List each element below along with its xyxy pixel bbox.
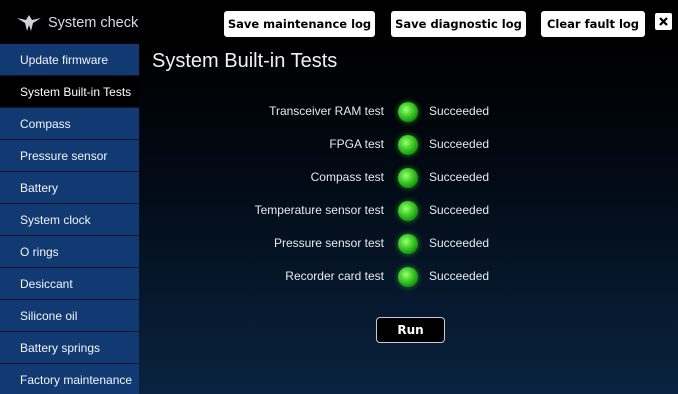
teledyne-logo-icon [17,15,41,31]
sidebar-item-system-built-in-tests[interactable]: System Built-in Tests [0,76,139,107]
test-status: Succeeded [429,269,490,283]
close-icon [659,17,668,26]
sidebar-item-battery[interactable]: Battery [0,172,139,203]
sidebar-item-label: System Built-in Tests [20,84,132,99]
save-diagnostic-log-button[interactable]: Save diagnostic log [391,11,526,37]
test-name: Pressure sensor test [273,236,384,250]
status-led-icon [398,168,418,188]
status-led-icon [398,267,418,287]
test-name: Transceiver RAM test [269,104,384,118]
title-bar: System check Save maintenance log Save d… [0,0,678,44]
test-status: Succeeded [429,236,490,250]
app-brand: System check [16,13,138,33]
sidebar-item-label: System clock [20,212,91,227]
sidebar-item-pressure-sensor[interactable]: Pressure sensor [0,140,139,171]
page-title: System Built-in Tests [152,50,338,72]
test-row-compass: Compass test Succeeded [139,165,678,191]
test-name: Compass test [310,170,384,184]
run-button[interactable]: Run [376,317,445,343]
window-title: System check [48,15,139,31]
sidebar: Update firmware System Built-in Tests Co… [0,44,139,394]
sidebar-item-update-firmware[interactable]: Update firmware [0,44,139,75]
sidebar-item-label: Battery [20,180,59,195]
test-status: Succeeded [429,203,490,217]
sidebar-item-label: Silicone oil [20,308,78,323]
sidebar-item-o-rings[interactable]: O rings [0,236,139,267]
test-status: Succeeded [429,137,490,151]
sidebar-item-label: Compass [20,116,71,131]
sidebar-item-label: Update firmware [20,52,109,67]
test-row-temperature-sensor: Temperature sensor test Succeeded [139,198,678,224]
test-status: Succeeded [429,170,490,184]
sidebar-item-label: Pressure sensor [20,148,108,163]
test-row-pressure-sensor: Pressure sensor test Succeeded [139,231,678,257]
save-maintenance-log-button[interactable]: Save maintenance log [224,11,375,37]
test-name: FPGA test [329,137,384,151]
sidebar-item-system-clock[interactable]: System clock [0,204,139,235]
test-row-recorder-card: Recorder card test Succeeded [139,264,678,290]
test-name: Temperature sensor test [254,203,384,217]
sidebar-item-label: Desiccant [20,276,73,291]
sidebar-item-desiccant[interactable]: Desiccant [0,268,139,299]
sidebar-item-compass[interactable]: Compass [0,108,139,139]
sidebar-item-label: Battery springs [20,340,101,355]
test-row-fpga: FPGA test Succeeded [139,132,678,158]
status-led-icon [398,234,418,254]
sidebar-item-factory-maintenance[interactable]: Factory maintenance [0,364,139,394]
status-led-icon [398,201,418,221]
sidebar-item-silicone-oil[interactable]: Silicone oil [0,300,139,331]
clear-fault-log-button[interactable]: Clear fault log [541,11,645,37]
sidebar-item-battery-springs[interactable]: Battery springs [0,332,139,363]
test-row-transceiver-ram: Transceiver RAM test Succeeded [139,99,678,125]
main-panel: System Built-in Tests Transceiver RAM te… [139,44,678,394]
status-led-icon [398,102,418,122]
test-status: Succeeded [429,104,490,118]
close-button[interactable] [655,13,672,30]
test-name: Recorder card test [285,269,384,283]
sidebar-item-label: O rings [20,244,59,259]
sidebar-item-label: Factory maintenance [20,372,133,387]
status-led-icon [398,135,418,155]
